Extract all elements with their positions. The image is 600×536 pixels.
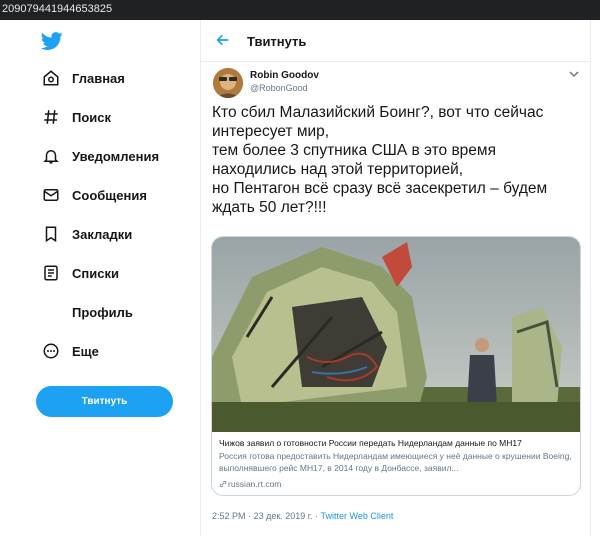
back-arrow-icon[interactable]: [215, 32, 231, 48]
tweet-client-link[interactable]: Twitter Web Client: [321, 511, 394, 521]
more-dots-icon: [40, 340, 62, 362]
link-card[interactable]: Чижов заявил о готовности России передат…: [211, 236, 581, 496]
sidebar-item-bookmarks[interactable]: Закладки: [30, 216, 132, 252]
sidebar: Главная Поиск Уведомления Сообщения Закл…: [0, 20, 200, 536]
url-fragment: 209079441944653825: [2, 3, 113, 15]
sidebar-item-label: Профиль: [72, 304, 133, 320]
page-title: Твитнуть: [247, 34, 307, 49]
sidebar-item-label: Уведомления: [72, 148, 160, 164]
sidebar-item-explore[interactable]: Поиск: [30, 99, 111, 135]
card-domain: russian.rt.com: [228, 479, 282, 489]
tweet-time[interactable]: 2:52 PM: [212, 511, 246, 521]
sidebar-item-home[interactable]: Главная: [30, 60, 125, 96]
separator: ·: [248, 511, 252, 521]
sidebar-item-label: Поиск: [72, 109, 112, 125]
sidebar-item-label: Закладки: [72, 226, 133, 242]
sidebar-item-profile[interactable]: Профиль: [30, 294, 133, 330]
card-image: [212, 237, 580, 432]
sidebar-item-more[interactable]: Еще: [30, 333, 99, 369]
sidebar-item-label: Главная: [72, 70, 125, 86]
bell-icon: [40, 145, 62, 167]
hashtag-icon: [40, 106, 62, 128]
author-handle[interactable]: @RobonGood: [250, 83, 308, 93]
chevron-down-icon[interactable]: [568, 69, 580, 79]
browser-url-bar: 209079441944653825: [0, 0, 600, 20]
link-icon: [219, 480, 227, 488]
sidebar-item-lists[interactable]: Списки: [30, 255, 119, 291]
home-icon: [40, 67, 62, 89]
card-title: Чижов заявил о готовности России передат…: [219, 438, 522, 448]
bookmark-icon: [40, 223, 62, 245]
avatar[interactable]: [213, 68, 243, 98]
twitter-logo-icon[interactable]: [40, 30, 64, 52]
separator: ·: [315, 511, 318, 521]
sidebar-item-label: Еще: [72, 343, 99, 359]
sidebar-item-label: Сообщения: [72, 187, 147, 203]
author-name[interactable]: Robin Goodov: [250, 70, 319, 81]
page-header: Твитнуть: [201, 20, 590, 62]
sidebar-item-messages[interactable]: Сообщения: [30, 177, 147, 213]
sidebar-item-notifications[interactable]: Уведомления: [30, 138, 159, 174]
tweet-timestamp: 2:52 PM · 23 дек. 2019 г. · Twitter Web …: [212, 511, 393, 521]
column-divider: [590, 20, 591, 536]
tweet-detail-column: Твитнуть Robin Goodov @RobonGood Кто сби…: [201, 20, 590, 536]
tweet-date[interactable]: 23 дек. 2019 г.: [254, 511, 313, 521]
sidebar-item-label: Списки: [72, 265, 119, 281]
list-icon: [40, 262, 62, 284]
envelope-icon: [40, 184, 62, 206]
card-description: Россия готова предоставить Нидерландам и…: [219, 451, 572, 473]
profile-icon: [40, 301, 62, 323]
compose-tweet-button[interactable]: Твитнуть: [36, 386, 173, 417]
tweet-text: Кто сбил Малазийский Боинг?, вот что сей…: [212, 104, 548, 216]
